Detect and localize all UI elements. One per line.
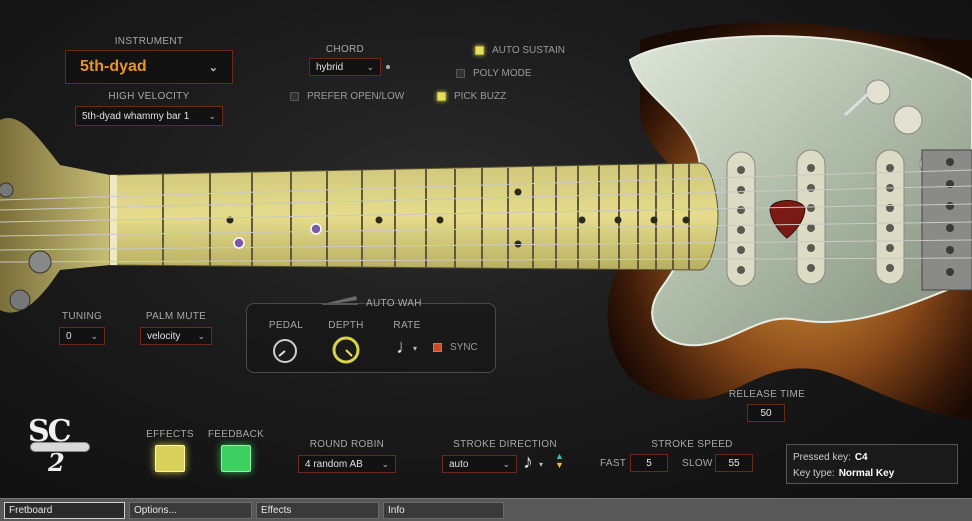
chevron-down-icon: ⌄ bbox=[197, 330, 205, 341]
chord-value: hybrid bbox=[316, 61, 344, 73]
rate-dropdown-arrow-icon[interactable]: ▾ bbox=[413, 344, 417, 353]
chevron-down-icon: ⌄ bbox=[502, 458, 510, 469]
effects-label: EFFECTS bbox=[146, 429, 194, 440]
palm-mute-label: PALM MUTE bbox=[145, 311, 207, 322]
pedal-knob[interactable] bbox=[271, 337, 299, 365]
feedback-label: FEEDBACK bbox=[207, 429, 265, 440]
tab-options[interactable]: Options... bbox=[129, 502, 252, 519]
stroke-direction-label: STROKE DIRECTION bbox=[453, 439, 557, 450]
prefer-open-low-label: PREFER OPEN/LOW bbox=[307, 91, 405, 102]
palm-mute-value: velocity bbox=[147, 330, 181, 342]
chevron-down-icon: ⌄ bbox=[381, 458, 389, 469]
tuning-label: TUNING bbox=[61, 311, 103, 322]
feedback-button[interactable] bbox=[221, 445, 251, 472]
high-velocity-select[interactable]: 5th-dyad whammy bar 1 ⌄ bbox=[75, 106, 223, 126]
sync-toggle[interactable]: SYNC bbox=[433, 342, 478, 353]
key-type-label: Key type: bbox=[793, 467, 835, 479]
auto-sustain-led bbox=[475, 46, 484, 55]
chevron-down-icon: ⌄ bbox=[208, 61, 218, 74]
key-type-value: Normal Key bbox=[838, 467, 895, 479]
round-robin-select[interactable]: 4 random AB ⌄ bbox=[298, 455, 396, 473]
slow-label: SLOW bbox=[682, 458, 713, 469]
tab-fretboard[interactable]: Fretboard bbox=[4, 502, 125, 519]
poly-mode-label: POLY MODE bbox=[473, 68, 532, 79]
poly-mode-led bbox=[456, 69, 465, 78]
bottom-tab-bar: Fretboard Options... Effects Info bbox=[0, 498, 972, 521]
sc2-logo: SC 2 bbox=[28, 414, 94, 477]
instrument-value: 5th-dyad bbox=[80, 58, 147, 75]
depth-knob[interactable] bbox=[331, 335, 361, 365]
tab-info[interactable]: Info bbox=[383, 502, 504, 519]
wah-pedal-icon bbox=[322, 296, 358, 305]
pick-buzz-toggle[interactable]: PICK BUZZ bbox=[437, 91, 506, 102]
chord-label: CHORD bbox=[325, 44, 365, 55]
chord-indicator-dot bbox=[386, 65, 390, 69]
instrument-panel: INSTRUMENT 5th-dyad ⌄ HIGH VELOCITY 5th-… bbox=[0, 0, 972, 498]
chevron-down-icon: ⌄ bbox=[208, 110, 216, 121]
stroke-direction-select[interactable]: auto ⌄ bbox=[442, 455, 517, 473]
up-down-arrows-icon[interactable]: ▲ ▼ bbox=[555, 452, 564, 470]
stroke-speed-label: STROKE SPEED bbox=[651, 439, 733, 450]
effects-button[interactable] bbox=[155, 445, 185, 472]
round-robin-value: 4 random AB bbox=[305, 458, 363, 470]
pressed-key-value: C4 bbox=[854, 451, 868, 463]
chevron-down-icon: ⌄ bbox=[90, 330, 98, 341]
pedal-label: PEDAL bbox=[268, 320, 304, 331]
key-info-box: Pressed key: C4 Key type: Normal Key bbox=[786, 444, 958, 484]
pick-buzz-led bbox=[437, 92, 446, 101]
sync-label: SYNC bbox=[450, 342, 478, 353]
slow-field[interactable]: 55 bbox=[715, 454, 753, 472]
stroke-direction-value: auto bbox=[449, 458, 469, 470]
chevron-down-icon: ⌄ bbox=[366, 61, 374, 72]
depth-label: DEPTH bbox=[328, 320, 364, 331]
instrument-select[interactable]: 5th-dyad ⌄ bbox=[65, 50, 233, 84]
prefer-open-low-toggle[interactable]: PREFER OPEN/LOW bbox=[290, 91, 404, 102]
instrument-label: INSTRUMENT bbox=[114, 36, 184, 47]
high-velocity-value: 5th-dyad whammy bar 1 bbox=[82, 110, 190, 122]
tab-effects[interactable]: Effects bbox=[256, 502, 379, 519]
eighth-note-icon[interactable]: ♪ bbox=[523, 451, 533, 474]
stroke-note-dropdown-icon[interactable]: ▾ bbox=[539, 460, 543, 469]
tuning-select[interactable]: 0 ⌄ bbox=[59, 327, 105, 345]
pick-buzz-label: PICK BUZZ bbox=[454, 91, 507, 102]
sync-led bbox=[433, 343, 442, 352]
fast-label: FAST bbox=[600, 458, 627, 469]
high-velocity-label: HIGH VELOCITY bbox=[108, 91, 190, 102]
chord-select[interactable]: hybrid ⌄ bbox=[309, 58, 381, 76]
fast-field[interactable]: 5 bbox=[630, 454, 668, 472]
prefer-open-low-led bbox=[290, 92, 299, 101]
pressed-key-label: Pressed key: bbox=[793, 451, 851, 463]
round-robin-label: ROUND ROBIN bbox=[309, 439, 385, 450]
tuning-value: 0 bbox=[66, 330, 72, 342]
auto-sustain-toggle[interactable]: AUTO SUSTAIN bbox=[475, 45, 565, 56]
release-time-label: RELEASE TIME bbox=[728, 389, 806, 400]
logo-sub: 2 bbox=[48, 448, 65, 477]
poly-mode-toggle[interactable]: POLY MODE bbox=[456, 68, 532, 79]
rate-label: RATE bbox=[393, 320, 421, 331]
auto-wah-title: AUTO WAH bbox=[366, 298, 422, 309]
palm-mute-select[interactable]: velocity ⌄ bbox=[140, 327, 212, 345]
release-time-field[interactable]: 50 bbox=[747, 404, 785, 422]
auto-sustain-label: AUTO SUSTAIN bbox=[492, 45, 565, 56]
